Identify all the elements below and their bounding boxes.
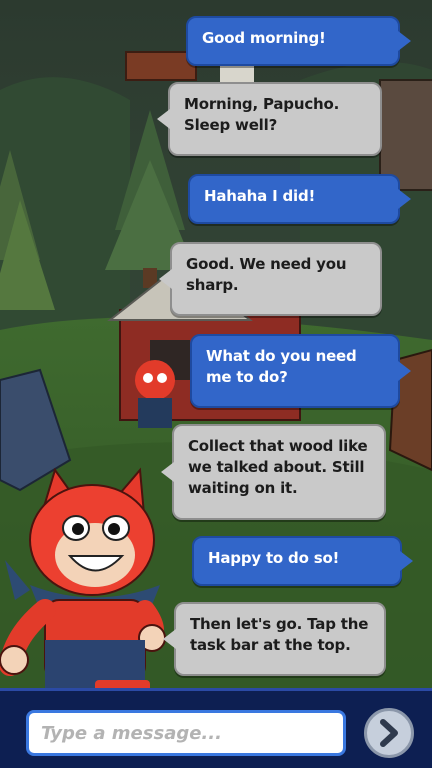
chat-message-text: Hahaha I did!: [204, 187, 316, 205]
bubble-tail: [398, 31, 411, 51]
small-character: [135, 360, 175, 428]
chat-message-player: What do you need me to do?: [190, 334, 411, 408]
message-input[interactable]: [26, 710, 346, 756]
chat-message-npc: Good. We need you sharp.: [159, 242, 382, 316]
bubble-tail: [157, 109, 170, 129]
bubble-tail: [398, 189, 411, 209]
chevron-right-icon: [380, 719, 398, 747]
chat-message-player: Hahaha I did!: [188, 174, 411, 224]
chat-message-player: Happy to do so!: [192, 536, 413, 586]
bubble-tail: [163, 629, 176, 649]
message-input-bar: [0, 688, 432, 768]
bubble-tail: [398, 361, 411, 381]
send-button[interactable]: [364, 708, 414, 758]
chat-message-text: What do you need me to do?: [206, 347, 357, 386]
bubble-tail: [161, 462, 174, 482]
chat-message-text: Happy to do so!: [208, 549, 340, 567]
bubble-tail: [159, 269, 172, 289]
chat-message-text: Morning, Papucho. Sleep well?: [184, 95, 340, 134]
chat-message-npc: Morning, Papucho. Sleep well?: [157, 82, 382, 156]
chat-message-text: Good. We need you sharp.: [186, 255, 347, 294]
chat-message-text: Good morning!: [202, 29, 326, 47]
chat-message-text: Then let's go. Tap the task bar at the t…: [190, 615, 369, 654]
bubble-tail: [400, 551, 413, 571]
chat-message-npc: Then let's go. Tap the task bar at the t…: [163, 602, 386, 676]
chat-message-text: Collect that wood like we talked about. …: [188, 437, 368, 497]
chat-message-player: Good morning!: [186, 16, 411, 66]
chat-message-npc: Collect that wood like we talked about. …: [161, 424, 386, 520]
